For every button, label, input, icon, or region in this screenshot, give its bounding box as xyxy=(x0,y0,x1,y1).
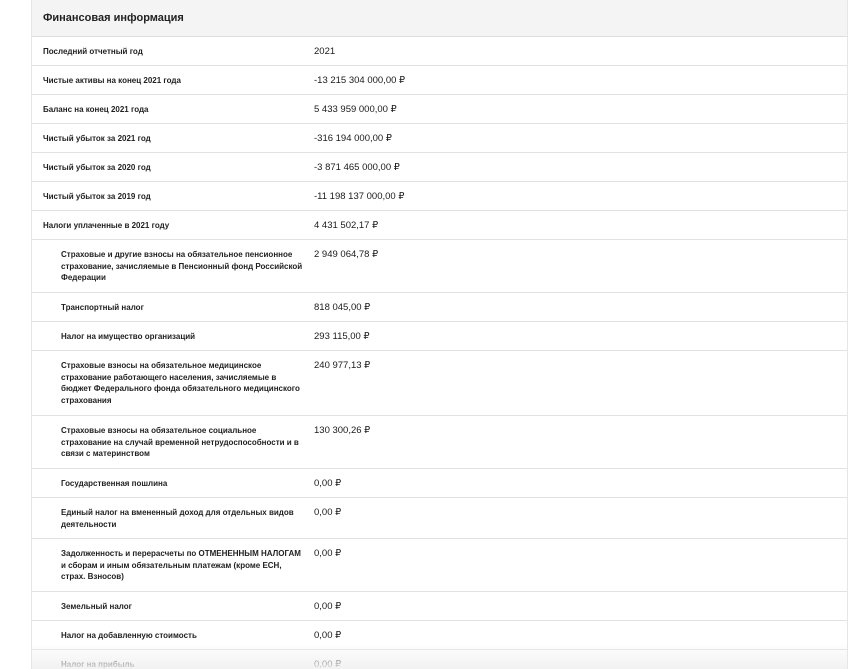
row-label: Чистый убыток за 2019 год xyxy=(43,192,151,201)
row-label: Транспортный налог xyxy=(61,303,144,312)
row-value: -3 871 465 000,00 ₽ xyxy=(314,162,400,173)
row-label: Налог на имущество организаций xyxy=(61,332,196,341)
row-label: Государственная пошлина xyxy=(61,479,168,488)
row-label: Налоги уплаченные в 2021 году xyxy=(43,221,170,230)
row-label: Страховые взносы на обязательное социаль… xyxy=(61,426,299,458)
row-label: Страховые и другие взносы на обязательно… xyxy=(61,250,303,282)
row-value: -13 215 304 000,00 ₽ xyxy=(314,75,406,86)
row-value: 293 115,00 ₽ xyxy=(314,331,370,342)
row-label: Чистые активы на конец 2021 года xyxy=(43,76,181,85)
table-row: Страховые и другие взносы на обязательно… xyxy=(32,240,847,293)
row-value: 240 977,13 ₽ xyxy=(314,360,371,371)
row-value: -11 198 137 000,00 ₽ xyxy=(314,191,405,202)
table-row: Чистый убыток за 2021 год -316 194 000,0… xyxy=(32,124,847,153)
row-value: 0,00 ₽ xyxy=(314,507,342,518)
row-value: 5 433 959 000,00 ₽ xyxy=(314,104,397,115)
row-value: 0,00 ₽ xyxy=(314,630,342,641)
section-title: Финансовая информация xyxy=(43,12,184,24)
row-value: 0,00 ₽ xyxy=(314,478,342,489)
row-label: Налог на прибыль xyxy=(61,660,135,669)
table-row: Налог на имущество организаций 293 115,0… xyxy=(32,322,847,351)
table-row: Задолженность и перерасчеты по ОТМЕНЕННЫ… xyxy=(32,539,847,592)
row-value: 130 300,26 ₽ xyxy=(314,425,371,436)
row-label: Страховые взносы на обязательное медицин… xyxy=(61,361,300,405)
row-label: Налог на добавленную стоимость xyxy=(61,631,197,640)
row-label: Чистый убыток за 2021 год xyxy=(43,134,151,143)
row-value: 0,00 ₽ xyxy=(314,548,342,559)
panel-header: Финансовая информация xyxy=(32,0,847,37)
table-row: Последний отчетный год 2021 xyxy=(32,37,847,66)
row-value: 2021 xyxy=(314,46,336,57)
row-label: Единый налог на вмененный доход для отде… xyxy=(61,508,294,529)
row-value: -316 194 000,00 ₽ xyxy=(314,133,392,144)
row-label: Последний отчетный год xyxy=(43,47,143,56)
row-value: 4 431 502,17 ₽ xyxy=(314,220,379,231)
table-row: Чистые активы на конец 2021 года -13 215… xyxy=(32,66,847,95)
row-value: 0,00 ₽ xyxy=(314,659,342,669)
table-row: Государственная пошлина 0,00 ₽ xyxy=(32,469,847,498)
financial-info-panel: Финансовая информация Последний отчетный… xyxy=(31,0,848,669)
table-row: Налоги уплаченные в 2021 году 4 431 502,… xyxy=(32,211,847,240)
row-value: 2 949 064,78 ₽ xyxy=(314,249,379,260)
table-row: Баланс на конец 2021 года 5 433 959 000,… xyxy=(32,95,847,124)
row-value: 818 045,00 ₽ xyxy=(314,302,371,313)
row-value: 0,00 ₽ xyxy=(314,601,342,612)
row-label: Чистый убыток за 2020 год xyxy=(43,163,151,172)
table-row: Страховые взносы на обязательное социаль… xyxy=(32,416,847,469)
row-label: Земельный налог xyxy=(61,602,133,611)
table-row: Налог на прибыль 0,00 ₽ xyxy=(32,650,847,669)
table-row: Страховые взносы на обязательное медицин… xyxy=(32,351,847,416)
row-label: Баланс на конец 2021 года xyxy=(43,105,149,114)
table-row: Транспортный налог 818 045,00 ₽ xyxy=(32,293,847,322)
row-label: Задолженность и перерасчеты по ОТМЕНЕННЫ… xyxy=(61,549,301,581)
table-row: Земельный налог 0,00 ₽ xyxy=(32,592,847,621)
table-row: Единый налог на вмененный доход для отде… xyxy=(32,498,847,539)
table-row: Чистый убыток за 2020 год -3 871 465 000… xyxy=(32,153,847,182)
table-row: Чистый убыток за 2019 год -11 198 137 00… xyxy=(32,182,847,211)
table-row: Налог на добавленную стоимость 0,00 ₽ xyxy=(32,621,847,650)
